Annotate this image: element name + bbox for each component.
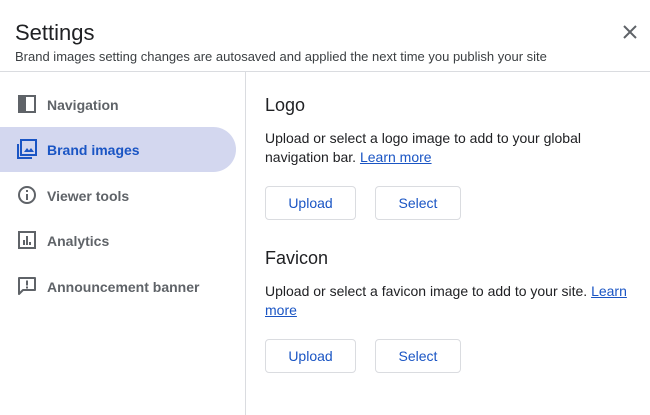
- sidebar: Navigation Brand images Viewer tools Ana…: [0, 72, 246, 415]
- navigation-panel-icon: [16, 93, 38, 115]
- info-icon: [16, 184, 38, 206]
- sidebar-item-label: Viewer tools: [47, 187, 130, 204]
- logo-section-title: Logo: [265, 95, 306, 115]
- logo-select-button[interactable]: Select: [375, 186, 461, 220]
- close-button[interactable]: [618, 20, 642, 44]
- analytics-icon: [16, 229, 38, 251]
- sidebar-item-label: Navigation: [47, 96, 119, 113]
- logo-description: Upload or select a logo image to add to …: [265, 129, 645, 167]
- favicon-description: Upload or select a favicon image to add …: [265, 282, 645, 320]
- sidebar-item-analytics[interactable]: Analytics: [0, 218, 236, 263]
- sidebar-item-announcement-banner[interactable]: Announcement banner: [0, 264, 236, 309]
- favicon-description-text: Upload or select a favicon image to add …: [265, 283, 588, 299]
- favicon-section-title: Favicon: [265, 248, 329, 268]
- settings-header: Settings Brand images setting changes ar…: [0, 0, 650, 72]
- page-title: Settings: [15, 20, 95, 45]
- logo-learn-more-link[interactable]: Learn more: [360, 149, 432, 165]
- sidebar-item-label: Announcement banner: [47, 278, 200, 295]
- announcement-icon: [16, 275, 38, 297]
- close-icon: [623, 25, 637, 39]
- sidebar-item-brand-images[interactable]: Brand images: [0, 127, 236, 172]
- favicon-upload-button[interactable]: Upload: [265, 339, 356, 373]
- sidebar-item-viewer-tools[interactable]: Viewer tools: [0, 173, 236, 218]
- sidebar-item-navigation[interactable]: Navigation: [0, 82, 236, 127]
- logo-upload-button[interactable]: Upload: [265, 186, 356, 220]
- page-subtitle: Brand images setting changes are autosav…: [15, 49, 547, 64]
- image-gallery-icon: [16, 138, 38, 160]
- sidebar-item-label: Brand images: [47, 141, 140, 158]
- sidebar-item-label: Analytics: [47, 232, 110, 249]
- favicon-select-button[interactable]: Select: [375, 339, 461, 373]
